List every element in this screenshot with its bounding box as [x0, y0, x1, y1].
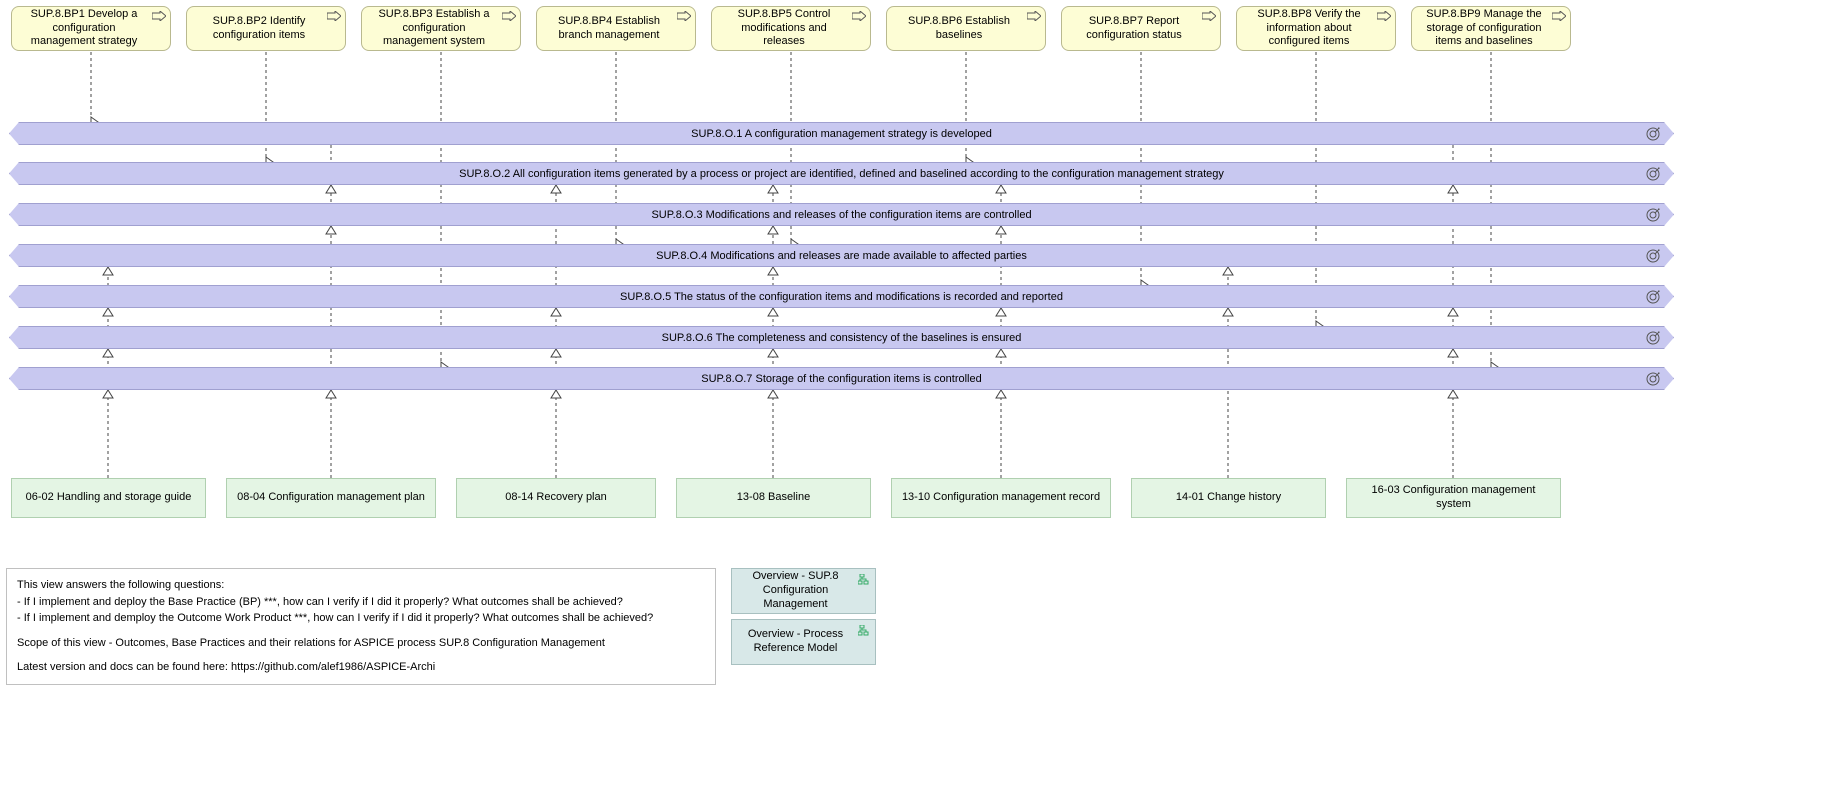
arrow-right-icon [1202, 11, 1216, 21]
overview-link-1[interactable]: Overview - SUP.8 Configuration Managemen… [731, 568, 876, 614]
bp-box-2[interactable]: SUP.8.BP2 Identify configuration items [186, 6, 346, 51]
target-icon [1645, 248, 1661, 264]
wp-label: 16-03 Configuration management system [1355, 484, 1552, 512]
outcome-bar-6[interactable]: SUP.8.O.6 The completeness and consisten… [9, 326, 1674, 349]
wp-box-2[interactable]: 08-04 Configuration management plan [226, 478, 436, 518]
outcome-bar-4[interactable]: SUP.8.O.4 Modifications and releases are… [9, 244, 1674, 267]
note-line: - If I implement and deploy the Base Pra… [17, 594, 705, 611]
target-icon [1645, 126, 1661, 142]
arrow-right-icon [152, 11, 166, 21]
bp-box-1[interactable]: SUP.8.BP1 Develop a configuration manage… [11, 6, 171, 51]
target-icon [1645, 289, 1661, 305]
bp-label: SUP.8.BP9 Manage the storage of configur… [1420, 8, 1548, 49]
bp-box-4[interactable]: SUP.8.BP4 Establish branch management [536, 6, 696, 51]
outcome-label: SUP.8.O.2 All configuration items genera… [459, 168, 1224, 180]
target-icon [1645, 371, 1661, 387]
wp-box-7[interactable]: 16-03 Configuration management system [1346, 478, 1561, 518]
arrow-right-icon [1552, 11, 1566, 21]
wp-label: 13-08 Baseline [737, 491, 810, 505]
bp-box-9[interactable]: SUP.8.BP9 Manage the storage of configur… [1411, 6, 1571, 51]
link-label: Overview - SUP.8 Configuration Managemen… [740, 570, 851, 611]
bp-label: SUP.8.BP1 Develop a configuration manage… [20, 8, 148, 49]
note-line: - If I implement and demploy the Outcome… [17, 610, 705, 627]
target-icon [1645, 166, 1661, 182]
wp-box-6[interactable]: 14-01 Change history [1131, 478, 1326, 518]
outcome-bar-3[interactable]: SUP.8.O.3 Modifications and releases of … [9, 203, 1674, 226]
bp-label: SUP.8.BP8 Verify the information about c… [1245, 8, 1373, 49]
wp-box-5[interactable]: 13-10 Configuration management record [891, 478, 1111, 518]
bp-box-6[interactable]: SUP.8.BP6 Establish baselines [886, 6, 1046, 51]
bp-box-5[interactable]: SUP.8.BP5 Control modifications and rele… [711, 6, 871, 51]
bp-box-7[interactable]: SUP.8.BP7 Report configuration status [1061, 6, 1221, 51]
arrow-right-icon [677, 11, 691, 21]
network-icon [858, 574, 870, 586]
note-line: Latest version and docs can be found her… [17, 659, 705, 676]
link-label: Overview - Process Reference Model [740, 628, 851, 656]
note-line: Scope of this view - Outcomes, Base Prac… [17, 635, 705, 652]
bp-label: SUP.8.BP7 Report configuration status [1070, 15, 1198, 43]
arrow-right-icon [1377, 11, 1391, 21]
outcome-label: SUP.8.O.5 The status of the configuratio… [620, 291, 1063, 303]
bp-label: SUP.8.BP3 Establish a configuration mana… [370, 8, 498, 49]
arrow-right-icon [327, 11, 341, 21]
outcome-bar-1[interactable]: SUP.8.O.1 A configuration management str… [9, 122, 1674, 145]
note-line: This view answers the following question… [17, 577, 705, 594]
outcome-label: SUP.8.O.3 Modifications and releases of … [651, 209, 1031, 221]
wp-box-1[interactable]: 06-02 Handling and storage guide [11, 478, 206, 518]
wp-label: 14-01 Change history [1176, 491, 1281, 505]
arrow-right-icon [852, 11, 866, 21]
target-icon [1645, 207, 1661, 223]
bp-label: SUP.8.BP4 Establish branch management [545, 15, 673, 43]
outcome-label: SUP.8.O.6 The completeness and consisten… [662, 332, 1022, 344]
bp-label: SUP.8.BP2 Identify configuration items [195, 15, 323, 43]
bp-label: SUP.8.BP6 Establish baselines [895, 15, 1023, 43]
outcome-label: SUP.8.O.1 A configuration management str… [691, 128, 992, 140]
bp-box-8[interactable]: SUP.8.BP8 Verify the information about c… [1236, 6, 1396, 51]
outcome-bar-2[interactable]: SUP.8.O.2 All configuration items genera… [9, 162, 1674, 185]
wp-label: 13-10 Configuration management record [902, 491, 1100, 505]
wp-label: 06-02 Handling and storage guide [26, 491, 192, 505]
outcome-label: SUP.8.O.7 Storage of the configuration i… [701, 373, 981, 385]
target-icon [1645, 330, 1661, 346]
arrow-right-icon [1027, 11, 1041, 21]
bp-box-3[interactable]: SUP.8.BP3 Establish a configuration mana… [361, 6, 521, 51]
description-note: This view answers the following question… [6, 568, 716, 685]
outcome-bar-5[interactable]: SUP.8.O.5 The status of the configuratio… [9, 285, 1674, 308]
overview-link-2[interactable]: Overview - Process Reference Model [731, 619, 876, 665]
arrow-right-icon [502, 11, 516, 21]
outcome-bar-7[interactable]: SUP.8.O.7 Storage of the configuration i… [9, 367, 1674, 390]
wp-label: 08-14 Recovery plan [505, 491, 607, 505]
wp-box-4[interactable]: 13-08 Baseline [676, 478, 871, 518]
network-icon [858, 625, 870, 637]
wp-label: 08-04 Configuration management plan [237, 491, 425, 505]
outcome-label: SUP.8.O.4 Modifications and releases are… [656, 250, 1027, 262]
wp-box-3[interactable]: 08-14 Recovery plan [456, 478, 656, 518]
bp-label: SUP.8.BP5 Control modifications and rele… [720, 8, 848, 49]
